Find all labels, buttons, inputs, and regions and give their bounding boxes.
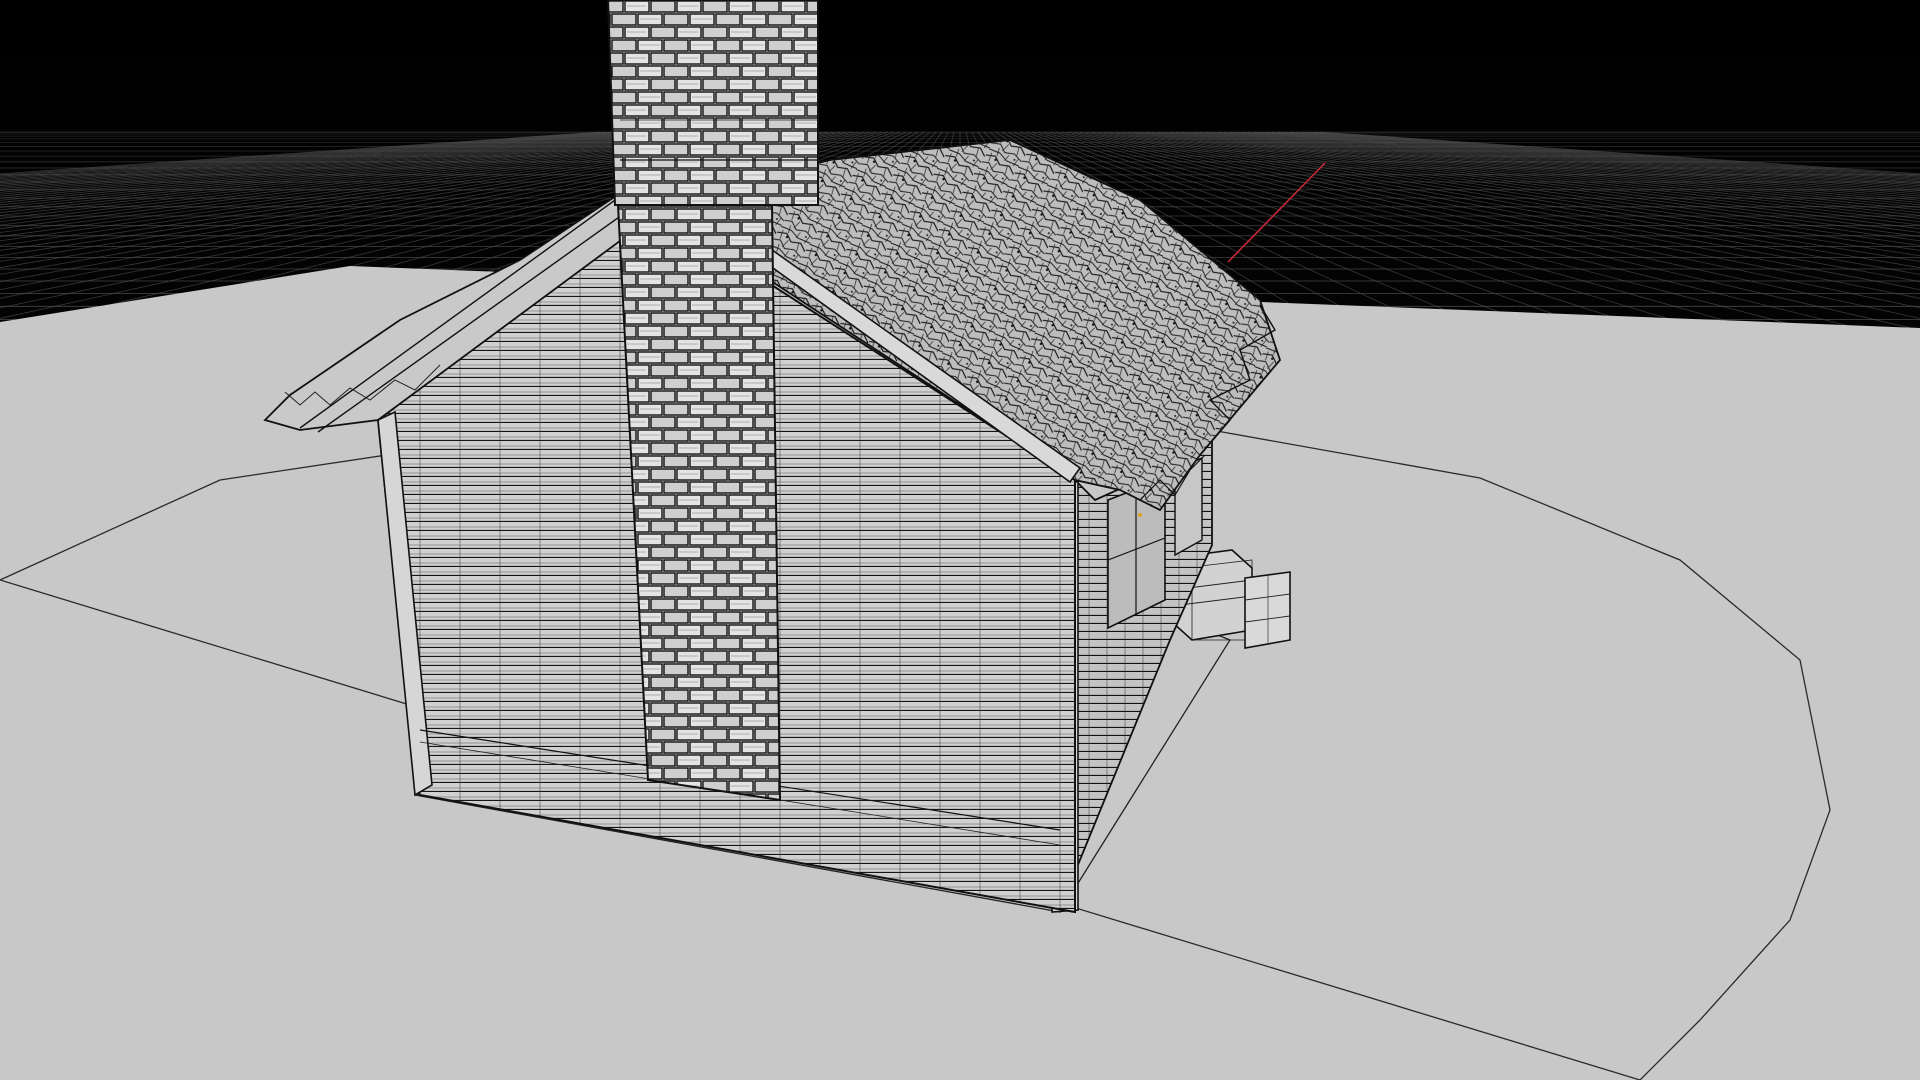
chimney-stack-upper (606, 0, 819, 206)
3d-viewport[interactable] (0, 0, 1920, 1080)
viewport-canvas[interactable] (0, 0, 1920, 1080)
